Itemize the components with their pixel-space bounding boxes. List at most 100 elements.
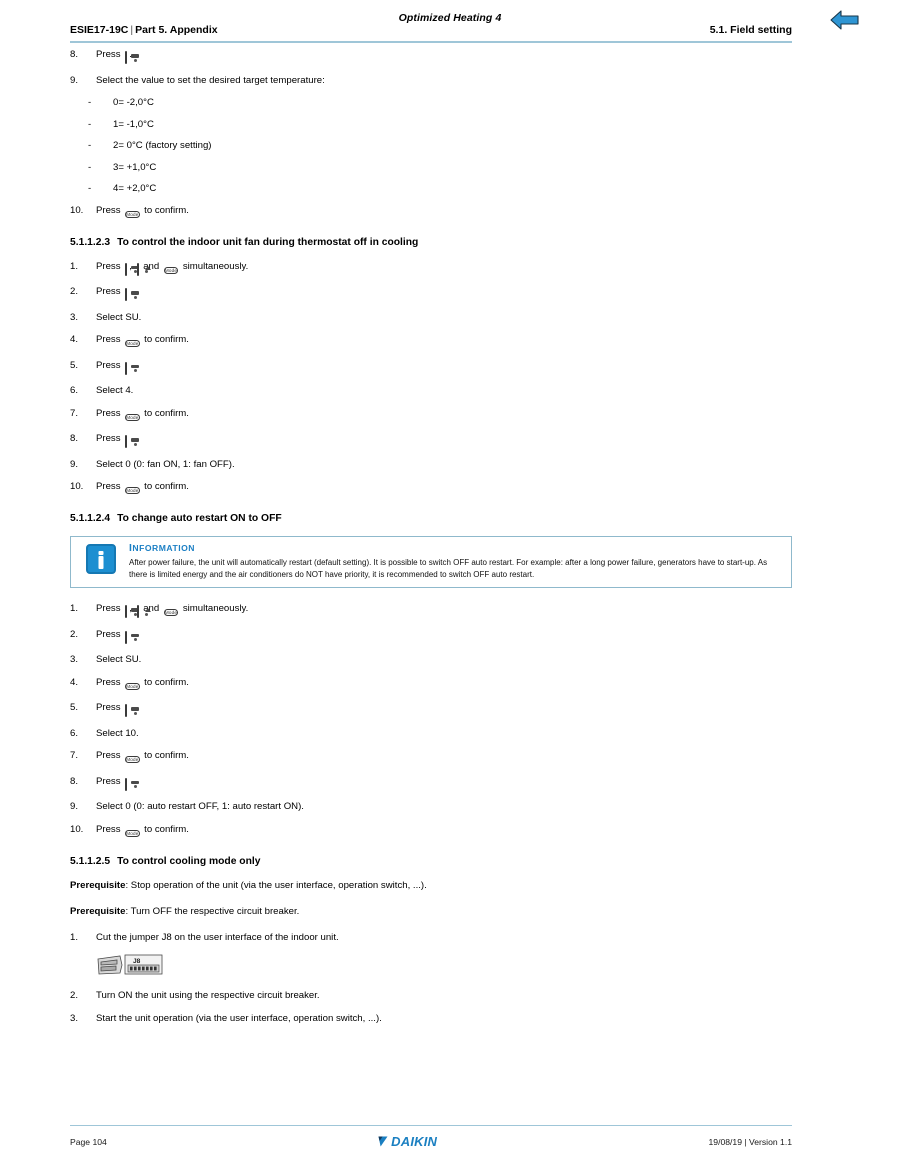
step-label: Press	[96, 407, 124, 419]
step-text: Press Mode to confirm.	[96, 480, 792, 497]
section-heading-restart: 5.1.1.2.4 To change auto restart ON to OF…	[70, 513, 792, 524]
page-header: ESIE17-19C | Part 5. Appendix 5.1. Field s…	[70, 24, 792, 36]
mode-key-icon: Mode	[163, 605, 179, 619]
list-item: 10. Press Mode to confirm.	[70, 204, 792, 221]
step-label: Select SU.	[96, 654, 142, 665]
list-item: 10. Press Mode to confirm.	[70, 480, 792, 497]
step-number: 10.	[70, 823, 84, 835]
prerequisite-label: Prerequisite	[70, 879, 126, 891]
list-item: 2. Press .	[70, 628, 792, 645]
step-label: Press	[96, 603, 124, 614]
step-suffix: to confirm.	[141, 481, 189, 492]
temperature-options-list: - 0= -2,0°C - 1= -1,0°C - 2= 0°C (factor…	[70, 96, 792, 196]
bullet-dash: -	[88, 140, 92, 151]
step-text: Press Mode to confirm.	[96, 407, 792, 424]
list-item: 1. Cut the jumper J8 on the user interfa…	[70, 931, 792, 945]
temp-key-icon	[125, 288, 128, 302]
step-suffix: to confirm.	[141, 407, 189, 419]
list-item: 8. Press .	[70, 432, 792, 449]
temp-key-icon	[125, 51, 128, 65]
footer-rule	[70, 1124, 792, 1126]
step-text: Press Mode to confirm.	[96, 749, 792, 766]
step-label: Press	[96, 676, 124, 688]
temp-key-icon	[125, 777, 128, 792]
step-text: Press Mode to confirm.	[96, 204, 792, 221]
list-item: 7. Press Mode to confirm.	[70, 749, 792, 766]
timer-key-icon	[136, 262, 139, 277]
step-label: Select 4.	[96, 385, 134, 396]
running-title: Optimized Heating 4	[398, 12, 502, 24]
bullet-text: 4= +2,0°C	[113, 183, 157, 194]
step-label: Select 10.	[96, 727, 139, 739]
prerequisite-text: : Turn OFF the respective circuit breake…	[125, 905, 300, 917]
mode-key-label: Mode	[125, 413, 140, 421]
step-label: Press	[96, 628, 124, 640]
brand-wordmark: DAIKIN	[391, 1134, 438, 1149]
jumper-label: J8	[133, 958, 141, 965]
step-suffix: to confirm.	[141, 676, 189, 688]
note-icon-container	[77, 543, 125, 574]
step-number: 10.	[70, 481, 84, 492]
step-label: Press	[96, 204, 121, 216]
step-text: Cut the jumper J8 on the user interface …	[96, 931, 339, 943]
information-icon	[86, 544, 116, 574]
list-item: 3. Select SU.	[70, 653, 792, 667]
step-number: 6.	[70, 727, 79, 739]
step-text: Press .	[96, 628, 792, 645]
daikin-mark-icon	[378, 1136, 388, 1147]
page-footer: Page 104 DAIKIN 19/08/19 | Version 1.1	[70, 1134, 792, 1149]
step-label: Press	[96, 750, 124, 761]
step-number: 3.	[70, 654, 79, 665]
step-label: Press	[96, 286, 124, 297]
step-text: Turn ON the unit using the respective ci…	[96, 990, 320, 1001]
temp-key-icon	[125, 435, 128, 449]
section-title: To control the indoor unit fan during th…	[117, 236, 419, 248]
list-item: 2. Press .	[70, 285, 792, 302]
step-number: 6.	[70, 385, 79, 396]
step-text: Press .	[96, 432, 792, 449]
step-number: 5.	[70, 359, 79, 371]
step-number: 7.	[70, 750, 79, 761]
step-text: Press .	[96, 359, 792, 376]
bullet-text: 2= 0°C (factory setting)	[113, 140, 212, 151]
step-text: Select 4.	[96, 384, 792, 398]
document-page: Optimized Heating 4 ESIE17-19C | Part 5. A…	[0, 0, 900, 1165]
mode-key-icon: Mode	[125, 410, 140, 424]
list-item: 7. Press Mode to confirm.	[70, 407, 792, 424]
bullet-text: 1= -1,0°C	[113, 118, 154, 130]
list-item: - 3= +1,0°C	[70, 161, 792, 175]
step-label: Press	[96, 823, 124, 835]
note-text: After power failure, the unit will autom…	[129, 558, 768, 579]
prerequisite-text: : Stop operation of the unit (via the us…	[125, 879, 427, 891]
step-suffix: to confirm.	[141, 334, 189, 345]
prerequisite-2: Prerequisite: Turn OFF the respective ci…	[70, 905, 792, 919]
list-item: 3. Start the unit operation (via the use…	[70, 1012, 792, 1026]
mode-key-icon: Mode	[125, 336, 140, 350]
step-text: Select the value to set the desired targ…	[96, 74, 325, 86]
document-code: ESIE17-19C	[70, 24, 129, 36]
list-item: - 0= -2,0°C	[70, 96, 792, 110]
step-text: Select 0 (0: fan ON, 1: fan OFF).	[96, 458, 792, 472]
note-title-rest: NFORMATION	[132, 543, 195, 553]
section-title: To change auto restart ON to OFF	[117, 513, 282, 524]
step-text: Press Mode to confirm.	[96, 676, 792, 693]
step-number: 8.	[70, 433, 79, 444]
daikin-logo: DAIKIN	[378, 1134, 437, 1149]
step-label: Press	[96, 334, 124, 345]
mode-key-icon: Mode	[125, 826, 140, 840]
list-item: 5. Press .	[70, 359, 792, 376]
step-label: Press	[96, 359, 124, 371]
step-text: Select SU.	[96, 311, 792, 325]
list-item: - 4= +2,0°C	[70, 182, 792, 196]
back-arrow-icon[interactable]	[828, 5, 862, 35]
step-label: Press	[96, 49, 121, 60]
list-item: 10. Press Mode to confirm.	[70, 823, 792, 840]
bullet-text: 0= -2,0°C	[113, 97, 154, 108]
section-heading-cooling: 5.1.1.2.5 To control cooling mode only	[70, 856, 792, 867]
list-item: 9. Select the value to set the desired t…	[70, 74, 792, 88]
section-title: To control cooling mode only	[117, 855, 261, 867]
section-number: 5.1.1.2.5	[70, 855, 111, 867]
bullet-dash: -	[88, 183, 92, 194]
step-text: Press .	[96, 701, 792, 718]
list-item: 4. Press Mode to confirm.	[70, 676, 792, 693]
